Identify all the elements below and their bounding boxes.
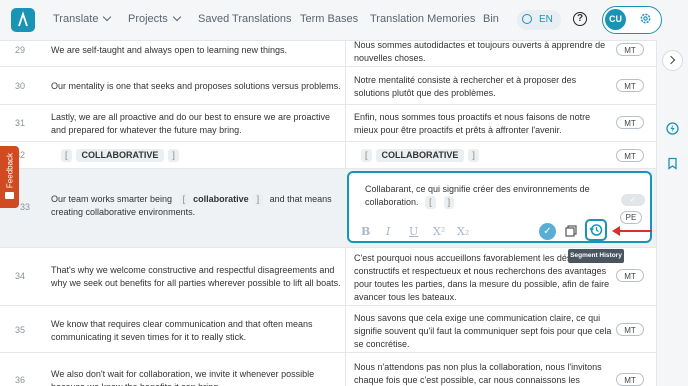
- underline-button[interactable]: U: [409, 225, 418, 238]
- tag-close: ]: [468, 149, 479, 162]
- chevron-down-icon: [103, 12, 112, 22]
- app-logo[interactable]: [11, 8, 35, 32]
- bolt-icon[interactable]: [666, 122, 679, 135]
- confirm-segment-button[interactable]: ✓: [539, 223, 556, 240]
- expand-panel-button[interactable]: [662, 50, 683, 71]
- segment-row-35[interactable]: 35 We know that requires clear communica…: [0, 306, 656, 353]
- tag-open: [: [361, 149, 372, 162]
- source-text: We are self-taught and always open to le…: [51, 45, 287, 55]
- mt-badge: MT: [616, 269, 644, 282]
- segment-row-34[interactable]: 34 That's why we welcome constructive an…: [0, 248, 656, 306]
- segment-row-32[interactable]: 32 [COLLABORATIVE] [COLLABORATIVE] MT: [0, 142, 656, 169]
- source-tag: collaborative: [193, 194, 249, 204]
- mt-badge: MT: [616, 323, 644, 336]
- mt-badge: MT: [616, 373, 644, 386]
- tag-open: [: [425, 196, 436, 209]
- confirmed-check-icon: ✓: [621, 194, 645, 206]
- subscript-button[interactable]: X₂: [457, 225, 469, 238]
- nav-term-bases[interactable]: Term Bases: [300, 13, 358, 25]
- segment-number: 36: [15, 375, 26, 385]
- nav-saved-translations[interactable]: Saved Translations: [198, 13, 292, 25]
- nav-bin[interactable]: Bin: [483, 13, 499, 25]
- annotation-arrow-icon: [612, 226, 652, 236]
- bold-button[interactable]: B: [361, 225, 370, 238]
- segment-row-36[interactable]: 36 We also don't wait for collaboration,…: [0, 353, 656, 386]
- right-sidebar-rail: [656, 40, 688, 386]
- superscript-button[interactable]: X²: [433, 225, 445, 238]
- tag-close: ]: [252, 193, 264, 206]
- mt-badge: MT: [616, 79, 644, 92]
- nav-translate-label: Translate: [53, 13, 99, 25]
- language-selector[interactable]: EN: [517, 10, 561, 30]
- source-text: Our team works smarter being [collaborat…: [51, 193, 341, 219]
- source-text: [COLLABORATIVE]: [57, 149, 347, 162]
- editor-text[interactable]: Collabarant, ce qui signifie créer des e…: [365, 183, 595, 209]
- feedback-label: Feedback: [5, 152, 15, 189]
- target-editor[interactable]: Collabarant, ce qui signifie créer des e…: [347, 171, 652, 243]
- nav-projects-label: Projects: [128, 13, 168, 25]
- segment-history-button[interactable]: [585, 219, 607, 241]
- segment-row-29[interactable]: 29 We are self-taught and always open to…: [0, 40, 656, 67]
- italic-button[interactable]: I: [386, 225, 390, 238]
- chevron-down-icon: [172, 12, 181, 22]
- bookmark-icon[interactable]: [666, 157, 679, 170]
- nav-projects[interactable]: Projects: [128, 12, 181, 25]
- copy-source-icon[interactable]: [565, 225, 577, 237]
- nav-translation-memories[interactable]: Translation Memories: [370, 13, 475, 25]
- tag-close: ]: [443, 196, 455, 209]
- user-menu[interactable]: CU: [602, 6, 662, 34]
- nav-translate[interactable]: Translate: [53, 12, 112, 25]
- source-text: Lastly, we are all proactive and do our …: [51, 112, 330, 135]
- target-text[interactable]: Nous savons que cela exige une communica…: [354, 312, 612, 351]
- segment-number: 31: [15, 118, 26, 128]
- feedback-tab[interactable]: Feedback: [0, 146, 19, 208]
- feedback-icon: [5, 192, 14, 199]
- mt-badge: MT: [616, 149, 644, 162]
- source-text: That's why we welcome constructive and r…: [51, 265, 341, 288]
- editor-target-text[interactable]: Collabarant, ce qui signifie créer des e…: [365, 184, 590, 207]
- segment-number: 30: [15, 81, 26, 91]
- globe-icon: [522, 14, 532, 24]
- target-text[interactable]: [COLLABORATIVE]: [357, 149, 615, 162]
- segments-table: 29 We are self-taught and always open to…: [0, 40, 656, 386]
- tag-open: [: [178, 193, 190, 206]
- source-text-part: Our team works smarter being: [51, 194, 173, 204]
- history-icon: [589, 224, 603, 236]
- target-text[interactable]: Enfin, nous sommes tous proactifs et nou…: [354, 111, 612, 137]
- avatar: CU: [605, 9, 626, 30]
- source-text: We also don't wait for collaboration, we…: [51, 369, 315, 386]
- segment-number: 35: [15, 325, 26, 335]
- chevron-right-icon: [666, 55, 676, 65]
- gear-icon[interactable]: [639, 12, 652, 25]
- target-text[interactable]: Nous sommes autodidactes et toujours ouv…: [354, 40, 612, 65]
- mt-badge: MT: [616, 43, 644, 56]
- mt-badge: MT: [616, 116, 644, 129]
- target-text[interactable]: Nous n'attendons pas non plus la collabo…: [354, 361, 612, 386]
- target-tag: COLLABORATIVE: [375, 149, 465, 162]
- target-text[interactable]: Notre mentalité consiste à rechercher et…: [354, 74, 612, 100]
- segment-row-30[interactable]: 30 Our mentality is one that seeks and p…: [0, 67, 656, 105]
- source-tag: COLLABORATIVE: [75, 149, 165, 162]
- tag-close: ]: [168, 149, 179, 162]
- help-icon[interactable]: ?: [573, 12, 587, 26]
- language-label: EN: [539, 14, 553, 25]
- segment-row-31[interactable]: 31 Lastly, we are all proactive and do o…: [0, 105, 656, 142]
- segment-row-33-active[interactable]: 33 Our team works smarter being [collabo…: [0, 169, 656, 248]
- top-navigation-bar: Translate Projects Saved Translations Te…: [0, 0, 688, 41]
- logo-mark-icon: [18, 11, 28, 27]
- segment-number: 29: [15, 45, 26, 55]
- segment-history-tooltip: Segment History: [568, 249, 624, 263]
- segment-number: 33: [20, 202, 31, 212]
- tag-open: [: [61, 149, 72, 162]
- source-text: We know that requires clear communicatio…: [51, 319, 313, 342]
- source-text: Our mentality is one that seeks and prop…: [51, 81, 341, 91]
- segment-number: 34: [15, 271, 26, 281]
